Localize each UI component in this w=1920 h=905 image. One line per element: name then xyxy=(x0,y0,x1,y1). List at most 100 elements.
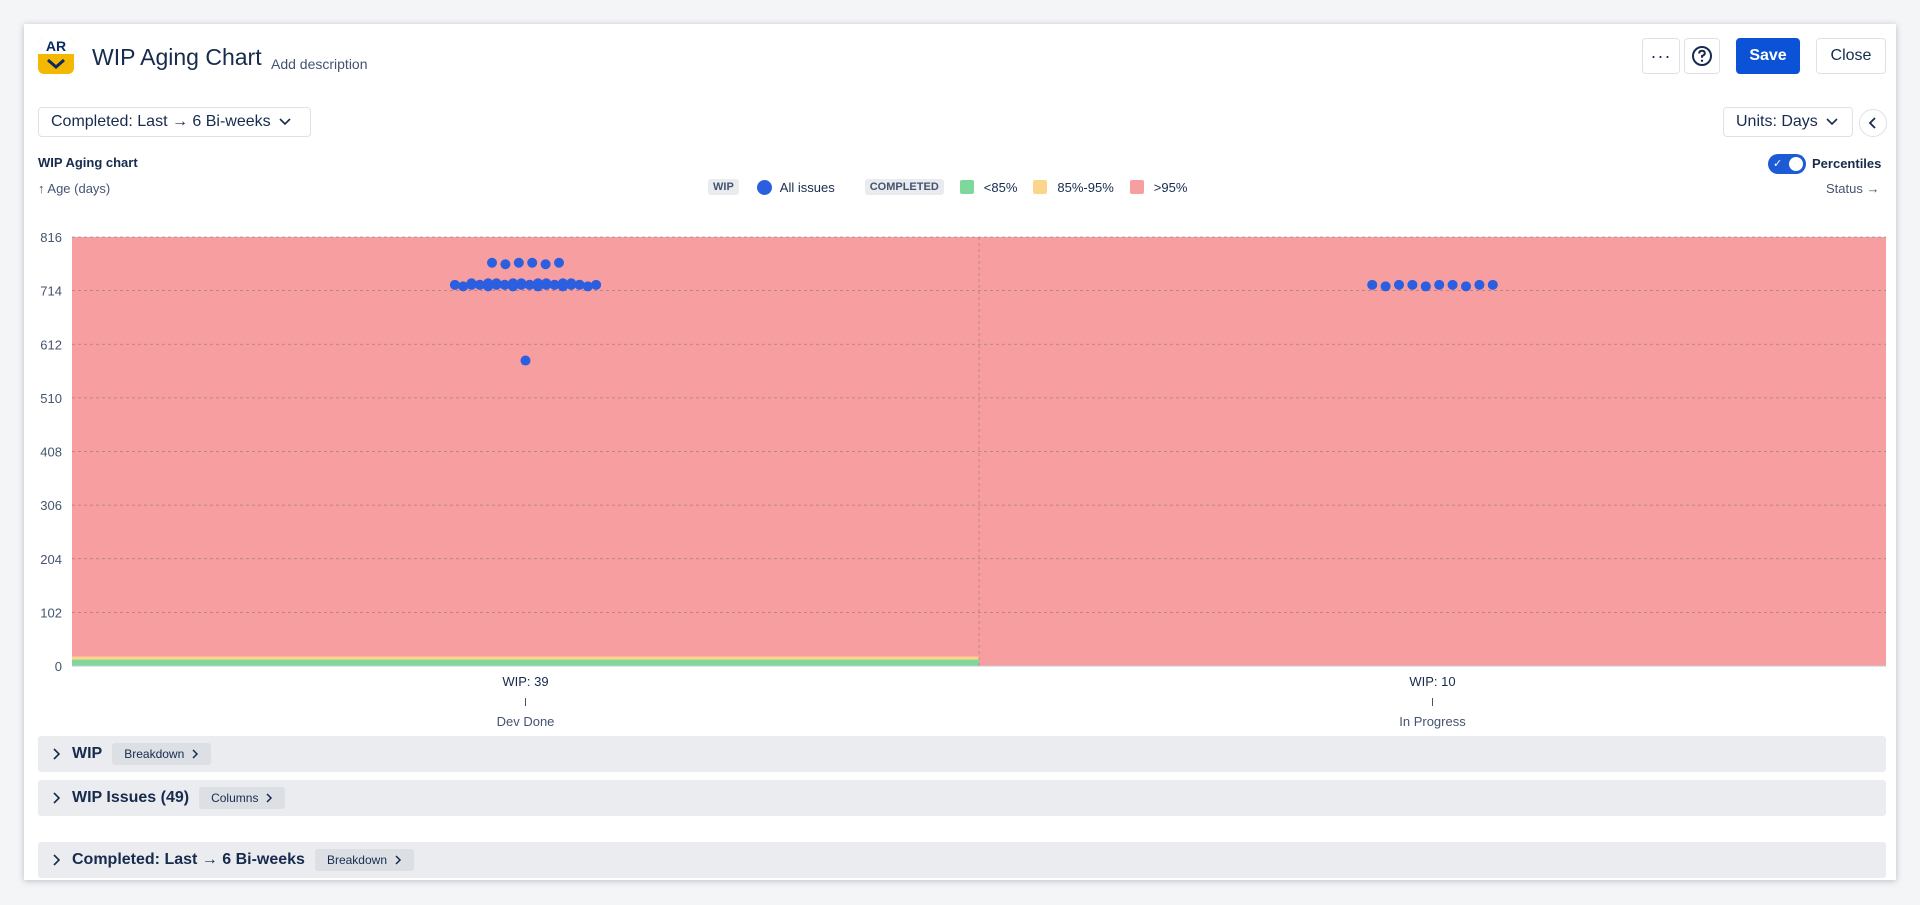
chevron-right-icon xyxy=(53,748,60,760)
x-tick-label: Dev Done xyxy=(497,714,555,729)
legend-lt85-label: <85% xyxy=(983,179,1018,195)
pill-label: Breakdown xyxy=(124,747,185,761)
breakdown-button[interactable]: Breakdown xyxy=(314,849,414,871)
help-button[interactable] xyxy=(1684,38,1720,74)
legend-gt95-label: >95% xyxy=(1153,179,1188,195)
data-point xyxy=(1461,281,1471,292)
logo-text: AR xyxy=(38,38,74,54)
data-point xyxy=(1367,279,1378,290)
data-point xyxy=(540,259,551,270)
units-label: Units: Days xyxy=(1736,113,1818,130)
save-button[interactable]: Save xyxy=(1736,38,1800,74)
chevron-left-icon xyxy=(1868,117,1876,129)
data-point xyxy=(1434,279,1445,290)
wip-count-label: WIP: 10 xyxy=(1409,674,1455,689)
wip-aging-chart: 816 714 612 510 408 306 204 102 0 WIP: 39 Dev Done… xyxy=(40,230,1886,729)
x-axis-title: Status → xyxy=(1826,181,1880,196)
y-tick-label: 102 xyxy=(40,605,62,620)
section-completed[interactable]: Completed: Last → 6 Bi-weeks Breakdown xyxy=(38,842,1886,878)
data-point xyxy=(474,279,485,290)
data-point xyxy=(513,257,524,268)
band-gt95 xyxy=(979,237,1886,666)
check-icon: ✓ xyxy=(1773,158,1783,170)
y-tick-label: 510 xyxy=(40,391,62,406)
band-lt85 xyxy=(72,659,979,666)
data-point xyxy=(527,257,538,268)
data-point xyxy=(1447,279,1458,290)
data-point xyxy=(1380,281,1391,292)
data-point xyxy=(491,278,502,289)
data-point xyxy=(554,257,564,268)
breakdown-button[interactable]: Breakdown xyxy=(112,743,212,765)
chart-legend: WIP All issues COMPLETED <85% 85%-95% >9… xyxy=(708,176,1187,198)
section-wip-issues[interactable]: WIP Issues (49) Columns xyxy=(38,780,1886,816)
chevron-right-icon xyxy=(53,854,60,866)
page-title: WIP Aging Chart xyxy=(92,44,262,70)
data-point xyxy=(516,278,527,289)
data-point xyxy=(500,259,511,270)
percentiles-label: Percentiles xyxy=(1812,156,1882,171)
x-tick-label: In Progress xyxy=(1399,714,1466,729)
completed-range-dropdown[interactable]: Completed: Last → 6 Bi-weeks xyxy=(38,107,311,137)
section-wip[interactable]: WIP Breakdown xyxy=(38,736,1886,772)
data-point xyxy=(1407,279,1418,290)
y-tick-label: 408 xyxy=(40,445,62,460)
data-point xyxy=(541,278,552,289)
y-tick-label: 306 xyxy=(40,498,62,513)
chevron-down-icon xyxy=(1826,118,1838,126)
logo-check-icon xyxy=(47,58,65,69)
y-tick-label: 714 xyxy=(40,284,62,299)
data-point xyxy=(591,279,602,290)
y-tick-label: 816 xyxy=(40,230,62,245)
units-dropdown[interactable]: Units: Days xyxy=(1723,107,1853,137)
percentiles-toggle[interactable]: ✓ xyxy=(1768,154,1806,174)
more-actions-button[interactable]: ··· xyxy=(1642,38,1680,74)
legend-mid-label: 85%-95% xyxy=(1057,179,1114,195)
data-point xyxy=(524,279,535,290)
data-point xyxy=(449,279,460,290)
chevron-right-icon xyxy=(266,793,273,803)
add-description-link[interactable]: Add description xyxy=(271,56,368,72)
toggle-knob xyxy=(1789,157,1803,171)
legend-all-issues-label: All issues xyxy=(779,179,835,195)
legend-gt95-swatch xyxy=(1129,180,1144,194)
y-tick-label: 204 xyxy=(40,552,62,567)
section-title: WIP xyxy=(72,745,103,762)
y-axis-title: ↑ Age (days) xyxy=(38,181,111,196)
data-point xyxy=(566,278,577,289)
legend-wip-tag: WIP xyxy=(708,179,739,195)
close-button[interactable]: Close xyxy=(1816,38,1886,74)
y-tick-label: 612 xyxy=(40,337,62,352)
app-logo: AR xyxy=(38,38,74,74)
pill-label: Breakdown xyxy=(326,853,387,867)
data-point xyxy=(466,278,477,289)
pill-label: Columns xyxy=(211,791,259,805)
section-title: Completed: Last → 6 Bi-weeks xyxy=(72,851,305,868)
data-point xyxy=(1474,279,1485,290)
data-point xyxy=(520,355,531,366)
chevron-down-icon xyxy=(279,118,291,126)
data-point xyxy=(1420,281,1431,292)
section-title: WIP Issues (49) xyxy=(72,789,190,806)
wip-count-label: WIP: 39 xyxy=(502,674,548,689)
help-icon xyxy=(1692,46,1712,66)
chevron-right-icon xyxy=(192,749,199,759)
data-point xyxy=(487,257,497,268)
chart-label: WIP Aging chart xyxy=(38,155,138,170)
legend-completed-tag: COMPLETED xyxy=(864,179,944,195)
data-point xyxy=(1487,279,1498,290)
collapse-panel-button[interactable] xyxy=(1859,109,1887,137)
columns-button[interactable]: Columns xyxy=(199,787,286,809)
data-point xyxy=(582,281,593,292)
data-point xyxy=(574,279,585,290)
report-card: AR WIP Aging Chart Add description ··· S… xyxy=(24,24,1896,880)
data-point xyxy=(1394,279,1404,290)
legend-mid-swatch xyxy=(1033,180,1048,194)
completed-range-label: Completed: Last → 6 Bi-weeks xyxy=(51,113,271,130)
chevron-right-icon xyxy=(395,855,402,865)
y-tick-label: 0 xyxy=(55,659,62,674)
legend-lt85-swatch xyxy=(959,180,974,194)
data-point xyxy=(499,279,510,290)
chevron-right-icon xyxy=(53,792,60,804)
legend-all-issues-dot xyxy=(756,179,772,195)
